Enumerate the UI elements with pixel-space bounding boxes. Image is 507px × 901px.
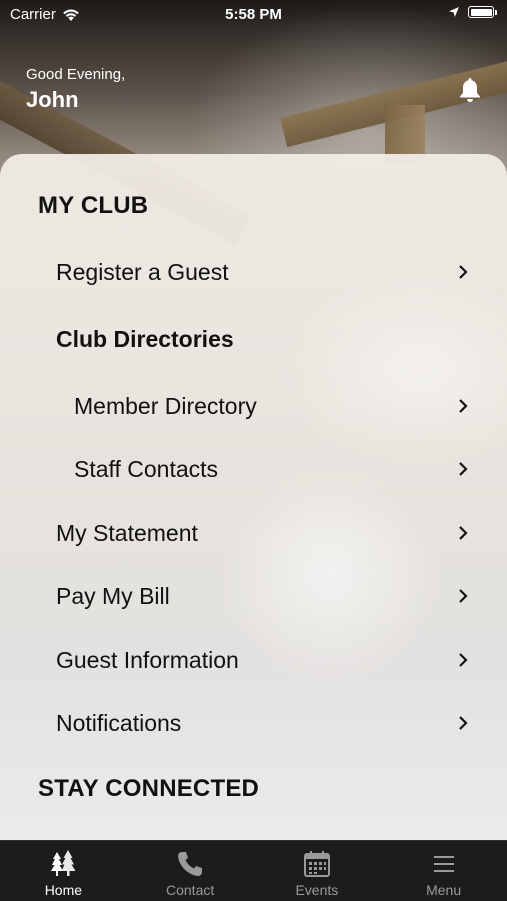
trees-icon (51, 850, 76, 876)
menu-item-label: My Statement (56, 519, 198, 546)
greeting: Good Evening, John (26, 66, 125, 113)
tab-home[interactable]: Home (0, 841, 127, 901)
hamburger-icon (433, 856, 454, 872)
menu-item-guest-information[interactable]: Guest Information (0, 632, 507, 688)
menu-group-label: Club Directories (56, 325, 234, 352)
menu-item-member-directory[interactable]: Member Directory (0, 378, 507, 434)
menu-item-notifications[interactable]: Notifications (0, 695, 507, 751)
menu-item-label: Staff Contacts (74, 455, 219, 482)
chevron-right-icon (459, 716, 468, 730)
menu-group-club-directories: Club Directories (0, 311, 507, 367)
location-arrow-icon (449, 7, 459, 17)
status-time: 5:58 PM (225, 6, 282, 23)
chevron-right-icon (459, 653, 468, 667)
menu-item-label: Pay My Bill (56, 582, 170, 609)
calendar-icon (303, 851, 330, 877)
tab-menu[interactable]: Menu (380, 841, 507, 901)
tab-label: Menu (426, 882, 462, 898)
menu-item-staff-contacts[interactable]: Staff Contacts (0, 441, 507, 497)
menu-item-label: Notifications (56, 709, 182, 736)
phone-icon (178, 852, 203, 876)
tab-label: Contact (166, 882, 215, 898)
menu-item-label: Guest Information (56, 646, 239, 673)
battery-tip (495, 9, 497, 15)
battery-icon (468, 6, 494, 18)
section-title-stay-connected: STAY CONNECTED (38, 775, 260, 802)
menu-panel: MY CLUB Register a Guest Club Directorie… (0, 154, 507, 840)
menu-item-pay-my-bill[interactable]: Pay My Bill (0, 568, 507, 624)
chevron-right-icon (459, 265, 468, 279)
menu-item-label: Register a Guest (56, 258, 229, 285)
tab-label: Home (44, 882, 83, 898)
chevron-right-icon (459, 399, 468, 413)
status-bar: Carrier 5:58 PM (0, 0, 507, 28)
status-right (448, 6, 497, 18)
menu-item-label: Member Directory (74, 392, 257, 419)
tab-label: Events (295, 882, 339, 898)
chevron-right-icon (459, 589, 468, 603)
bell-icon[interactable] (458, 76, 482, 104)
menu-item-my-statement[interactable]: My Statement (0, 505, 507, 561)
chevron-right-icon (459, 462, 468, 476)
greeting-text: Good Evening, (26, 66, 126, 83)
tab-contact[interactable]: Contact (127, 841, 254, 901)
chevron-right-icon (459, 526, 468, 540)
user-name: John (26, 87, 79, 112)
tab-events[interactable]: Events (254, 841, 381, 901)
tab-bar: Home Contact Events Menu (0, 840, 507, 901)
section-title-my-club: MY CLUB (38, 192, 149, 219)
menu-item-register-guest[interactable]: Register a Guest (0, 244, 507, 300)
